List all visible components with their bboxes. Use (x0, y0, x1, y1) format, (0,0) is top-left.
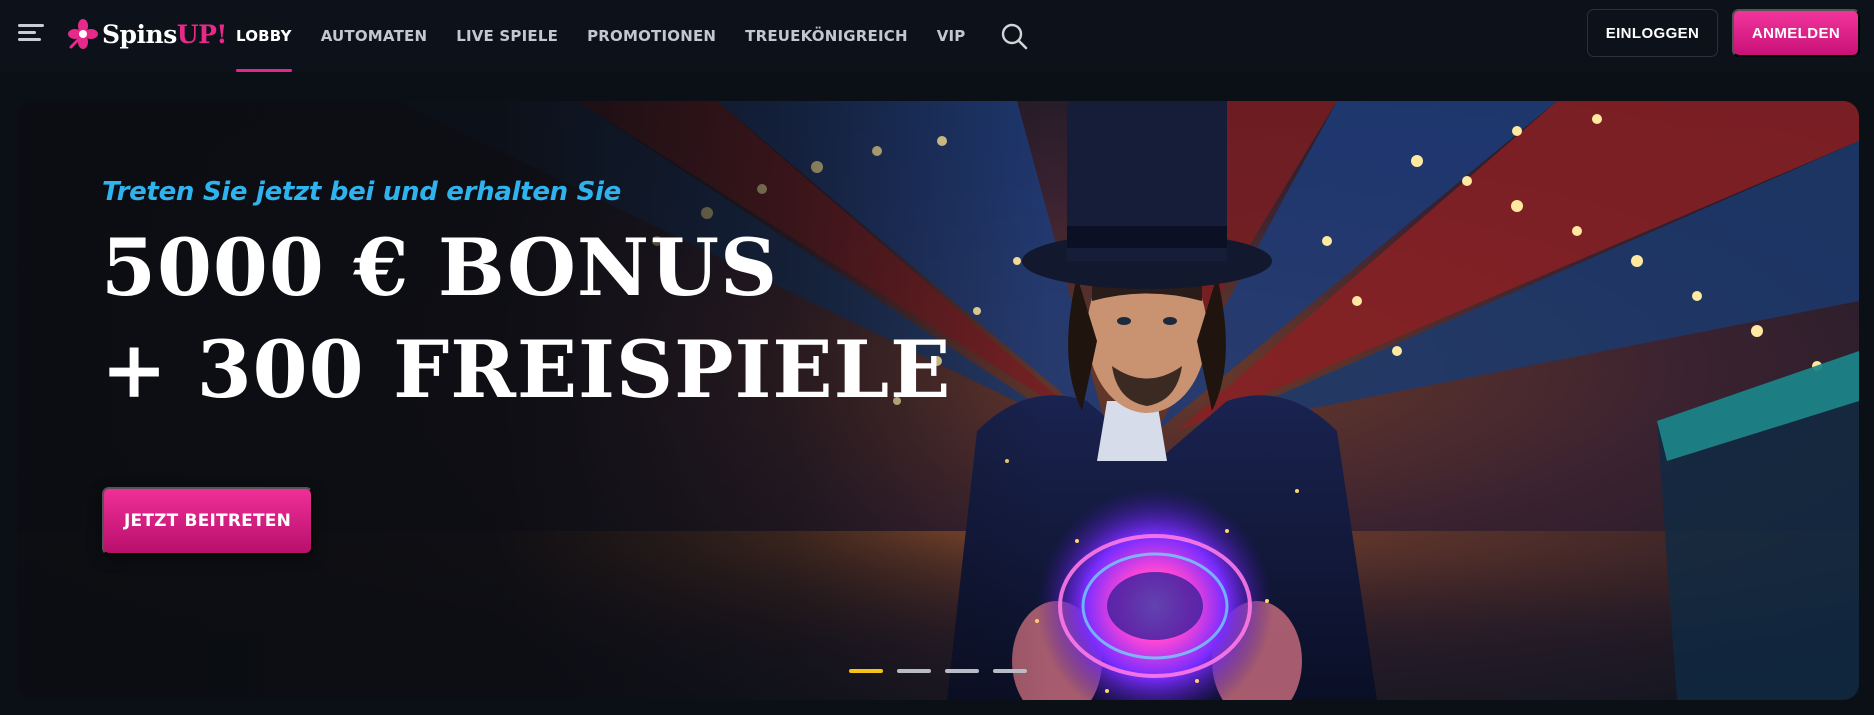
hero-title-line-1: 5000 € BONUS (101, 221, 779, 314)
carousel-dot-4[interactable] (993, 669, 1027, 673)
menu-line (18, 31, 36, 34)
hamburger-menu-icon[interactable] (18, 21, 44, 43)
carousel-indicators (849, 669, 1027, 673)
hero-banner[interactable]: Treten Sie jetzt bei und erhalten Sie 50… (17, 101, 1859, 700)
main-nav: LOBBY AUTOMATEN LIVE SPIELE PROMOTIONEN … (236, 0, 1029, 72)
carousel-dot-1[interactable] (849, 669, 883, 673)
hero-title: 5000 € BONUS + 300 FREISPIELE (101, 217, 951, 421)
nav-item-lobby[interactable]: LOBBY (236, 0, 292, 72)
nav-item-promotionen[interactable]: PROMOTIONEN (587, 0, 716, 72)
register-button[interactable]: ANMELDEN (1732, 9, 1860, 57)
logo-wordmark: SpinsUP! (102, 20, 227, 49)
top-navbar: SpinsUP! LOBBY AUTOMATEN LIVE SPIELE PRO… (0, 0, 1874, 72)
carousel-dot-3[interactable] (945, 669, 979, 673)
spinsup-logo[interactable]: SpinsUP! (66, 14, 227, 54)
carousel-dot-2[interactable] (897, 669, 931, 673)
logo-flower-icon (68, 19, 98, 49)
logo-text-white: Spins (102, 19, 177, 49)
nav-item-live-spiele[interactable]: LIVE SPIELE (456, 0, 558, 72)
logo-text-pink: UP! (176, 19, 228, 49)
menu-line (18, 38, 41, 41)
nav-item-automaten[interactable]: AUTOMATEN (321, 0, 428, 72)
hero-subtitle: Treten Sie jetzt bei und erhalten Sie (102, 177, 621, 207)
login-button[interactable]: EINLOGGEN (1587, 9, 1718, 57)
hero-title-line-2: + 300 FREISPIELE (101, 323, 952, 416)
search-icon[interactable] (999, 21, 1029, 51)
menu-line (18, 24, 44, 27)
nav-item-vip[interactable]: VIP (937, 0, 966, 72)
join-now-button[interactable]: JETZT BEITRETEN (102, 487, 313, 555)
nav-item-treuekoenigreich[interactable]: TREUEKÖNIGREICH (745, 0, 908, 72)
